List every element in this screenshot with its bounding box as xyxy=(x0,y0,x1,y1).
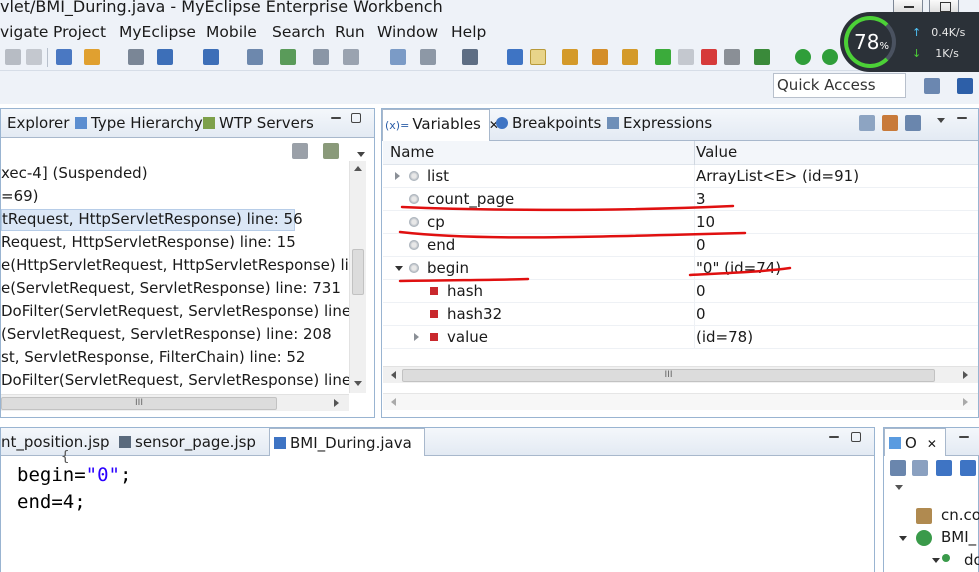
annotation-underline xyxy=(398,277,530,283)
annotation-underline xyxy=(688,266,792,277)
red-annotation-marks xyxy=(398,204,792,283)
annotation-underline xyxy=(400,204,735,212)
annotation-underline xyxy=(398,230,747,239)
